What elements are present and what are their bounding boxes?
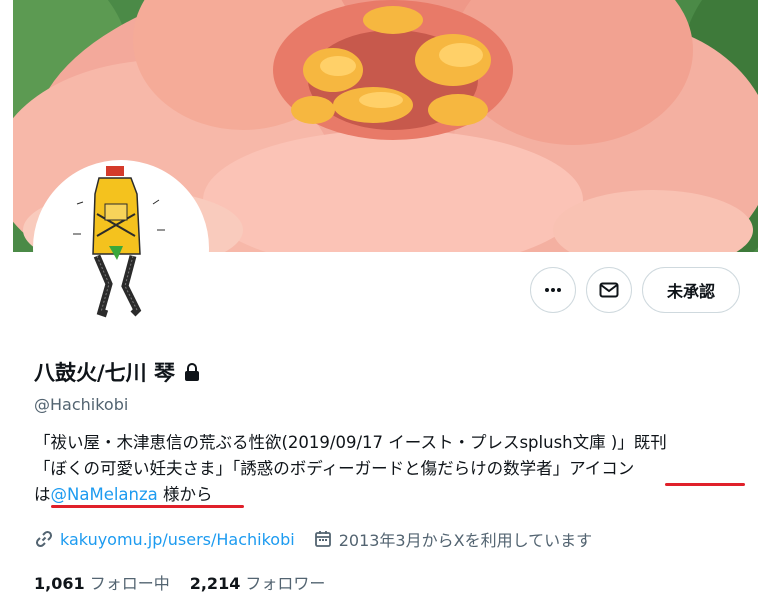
follow-request-label: 未承認 xyxy=(666,282,715,301)
profile-name-row: 八鼓火/七川 琴 xyxy=(34,357,201,387)
join-date: 2013年3月からXを利用しています xyxy=(338,531,593,550)
website-link[interactable]: kakuyomu.jp/users/Hachikobi xyxy=(60,530,295,549)
profile-bio: 「祓い屋・木津恵信の荒ぶる性欲(2019/09/17 イースト・プレスsplus… xyxy=(34,430,744,508)
bio-line-2-text: 「ぼくの可愛い妊夫さま」「誘惑のボディーガードと傷だらけの数学者」 xyxy=(34,459,570,478)
followers-label: フォロワー xyxy=(245,574,326,593)
profile-page: 未承認 八鼓火/七川 琴 @Hachikobi 「祓い屋・木津恵信の荒ぶる性欲(… xyxy=(13,0,758,606)
bio-mention-link[interactable]: @NaMelanza xyxy=(51,485,158,504)
profile-meta: kakuyomu.jp/users/Hachikobi 2013年3月からXを利… xyxy=(34,527,592,551)
more-button[interactable] xyxy=(529,267,576,313)
following-label: フォロー中 xyxy=(89,574,170,593)
follow-stats: 1,061 フォロー中 2,214 フォロワー xyxy=(34,570,325,594)
followers-link[interactable]: 2,214 フォロワー xyxy=(190,570,326,594)
calendar-icon xyxy=(314,531,331,547)
bio-line-3-post: 様から xyxy=(157,485,213,504)
follow-request-button[interactable]: 未承認 xyxy=(641,267,740,313)
bio-line-3-pre: は xyxy=(34,485,51,504)
display-name: 八鼓火/七川 琴 xyxy=(34,361,175,385)
lock-icon xyxy=(184,363,199,381)
profile-avatar[interactable] xyxy=(33,160,209,336)
annotation-underline xyxy=(51,505,244,508)
profile-handle: @Hachikobi xyxy=(34,395,129,414)
mail-icon xyxy=(599,282,619,298)
bio-line-1: 「祓い屋・木津恵信の荒ぶる性欲(2019/09/17 イースト・プレスsplus… xyxy=(34,433,667,452)
avatar-illustration xyxy=(37,164,205,332)
bio-icon-credit-word: アイコン xyxy=(569,459,635,478)
following-count: 1,061 xyxy=(34,574,85,593)
bio-line-2: 「ぼくの可愛い妊夫さま」「誘惑のボディーガードと傷だらけの数学者」アイコン xyxy=(34,456,744,482)
message-button[interactable] xyxy=(585,267,632,313)
profile-actions: 未承認 xyxy=(529,267,740,313)
more-icon xyxy=(544,288,561,292)
annotation-underline xyxy=(665,483,745,486)
link-icon xyxy=(35,530,53,548)
followers-count: 2,214 xyxy=(189,574,241,593)
following-link[interactable]: 1,061 フォロー中 xyxy=(34,570,170,594)
